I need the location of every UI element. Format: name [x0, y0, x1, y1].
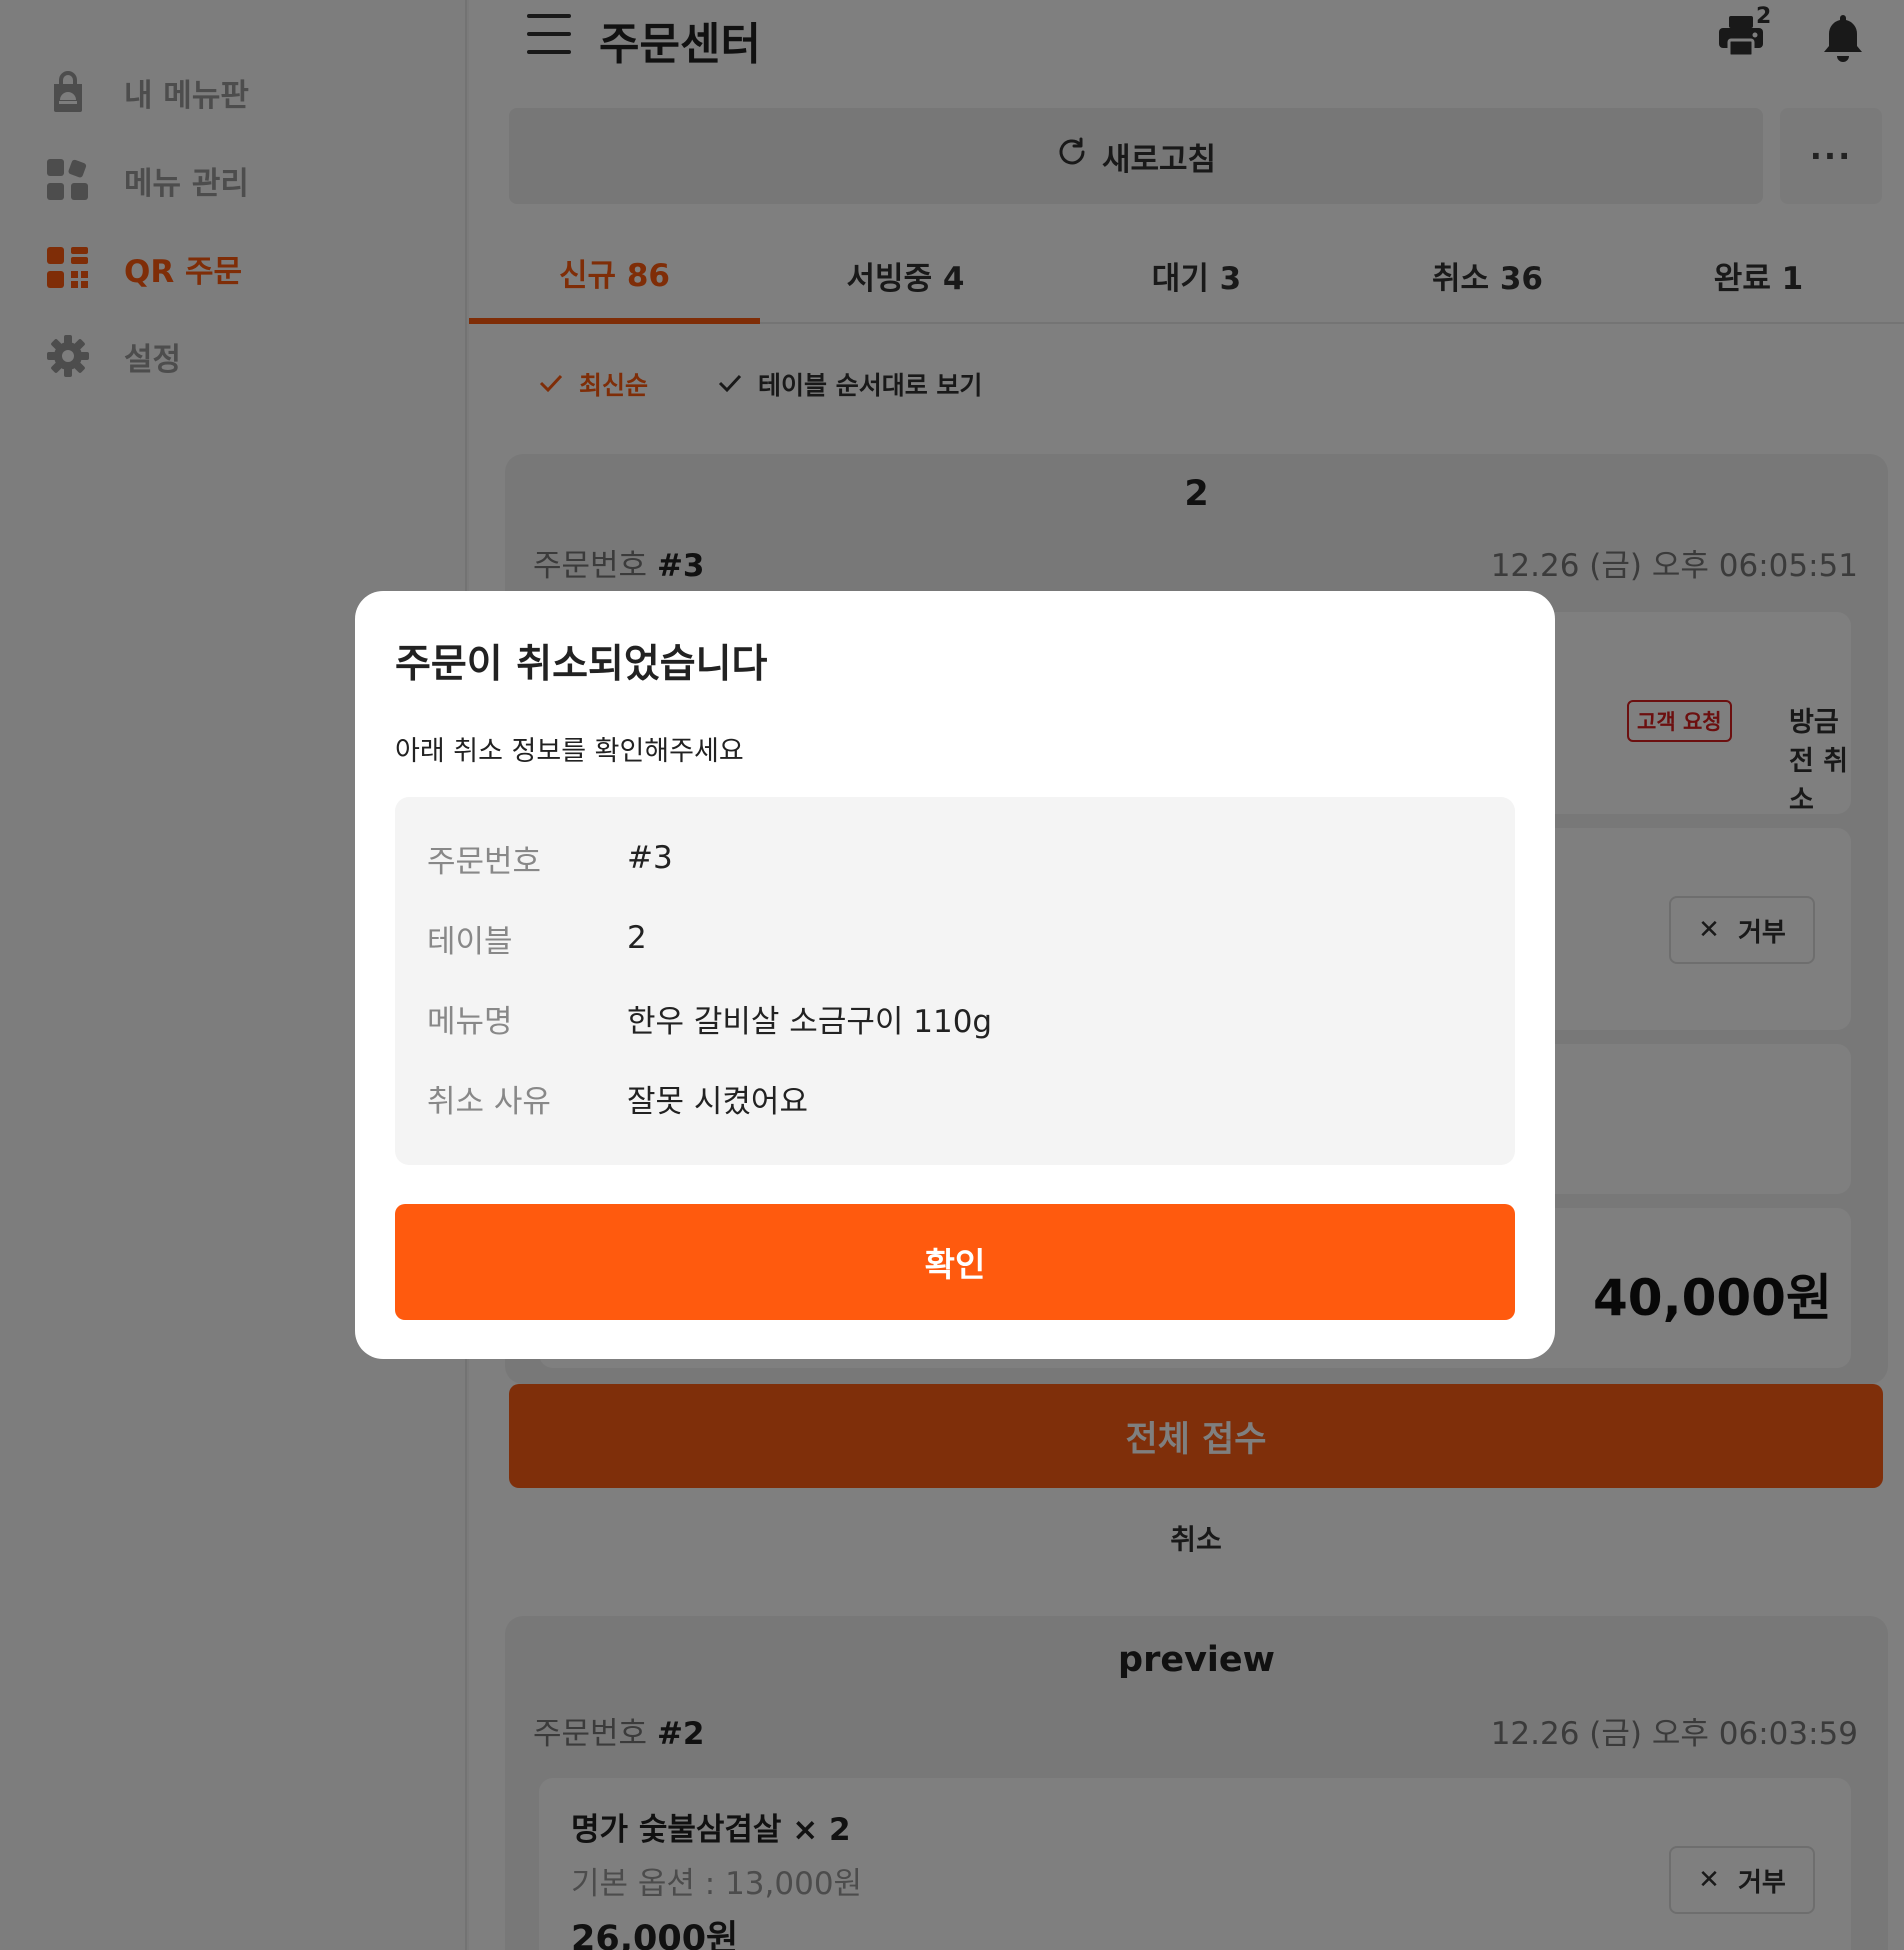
- info-label: 주문번호: [427, 843, 542, 880]
- cancel-notice-dialog: 주문이 취소되었습니다 아래 취소 정보를 확인해주세요 주문번호 #3 테이블…: [355, 591, 1555, 1359]
- info-label: 취소 사유: [427, 1083, 551, 1120]
- info-row-order-no: 주문번호 #3: [427, 833, 673, 883]
- dialog-subtitle: 아래 취소 정보를 확인해주세요: [395, 736, 744, 767]
- info-row-menu: 메뉴명 한우 갈비살 소금구이 110g: [427, 993, 992, 1043]
- confirm-button[interactable]: 확인: [395, 1204, 1515, 1320]
- info-row-table: 테이블 2: [427, 913, 647, 963]
- info-value: 2: [627, 920, 647, 956]
- dialog-title: 주문이 취소되었습니다: [395, 642, 768, 687]
- info-value: 잘못 시켰어요: [627, 1083, 808, 1120]
- info-label: 메뉴명: [427, 1003, 513, 1040]
- info-label: 테이블: [427, 923, 513, 960]
- info-value: 한우 갈비살 소금구이 110g: [627, 1003, 993, 1040]
- cancel-info-box: 주문번호 #3 테이블 2 메뉴명 한우 갈비살 소금구이 110g 취소 사유…: [395, 797, 1515, 1165]
- info-row-reason: 취소 사유 잘못 시켰어요: [427, 1073, 808, 1123]
- info-value: #3: [627, 840, 673, 876]
